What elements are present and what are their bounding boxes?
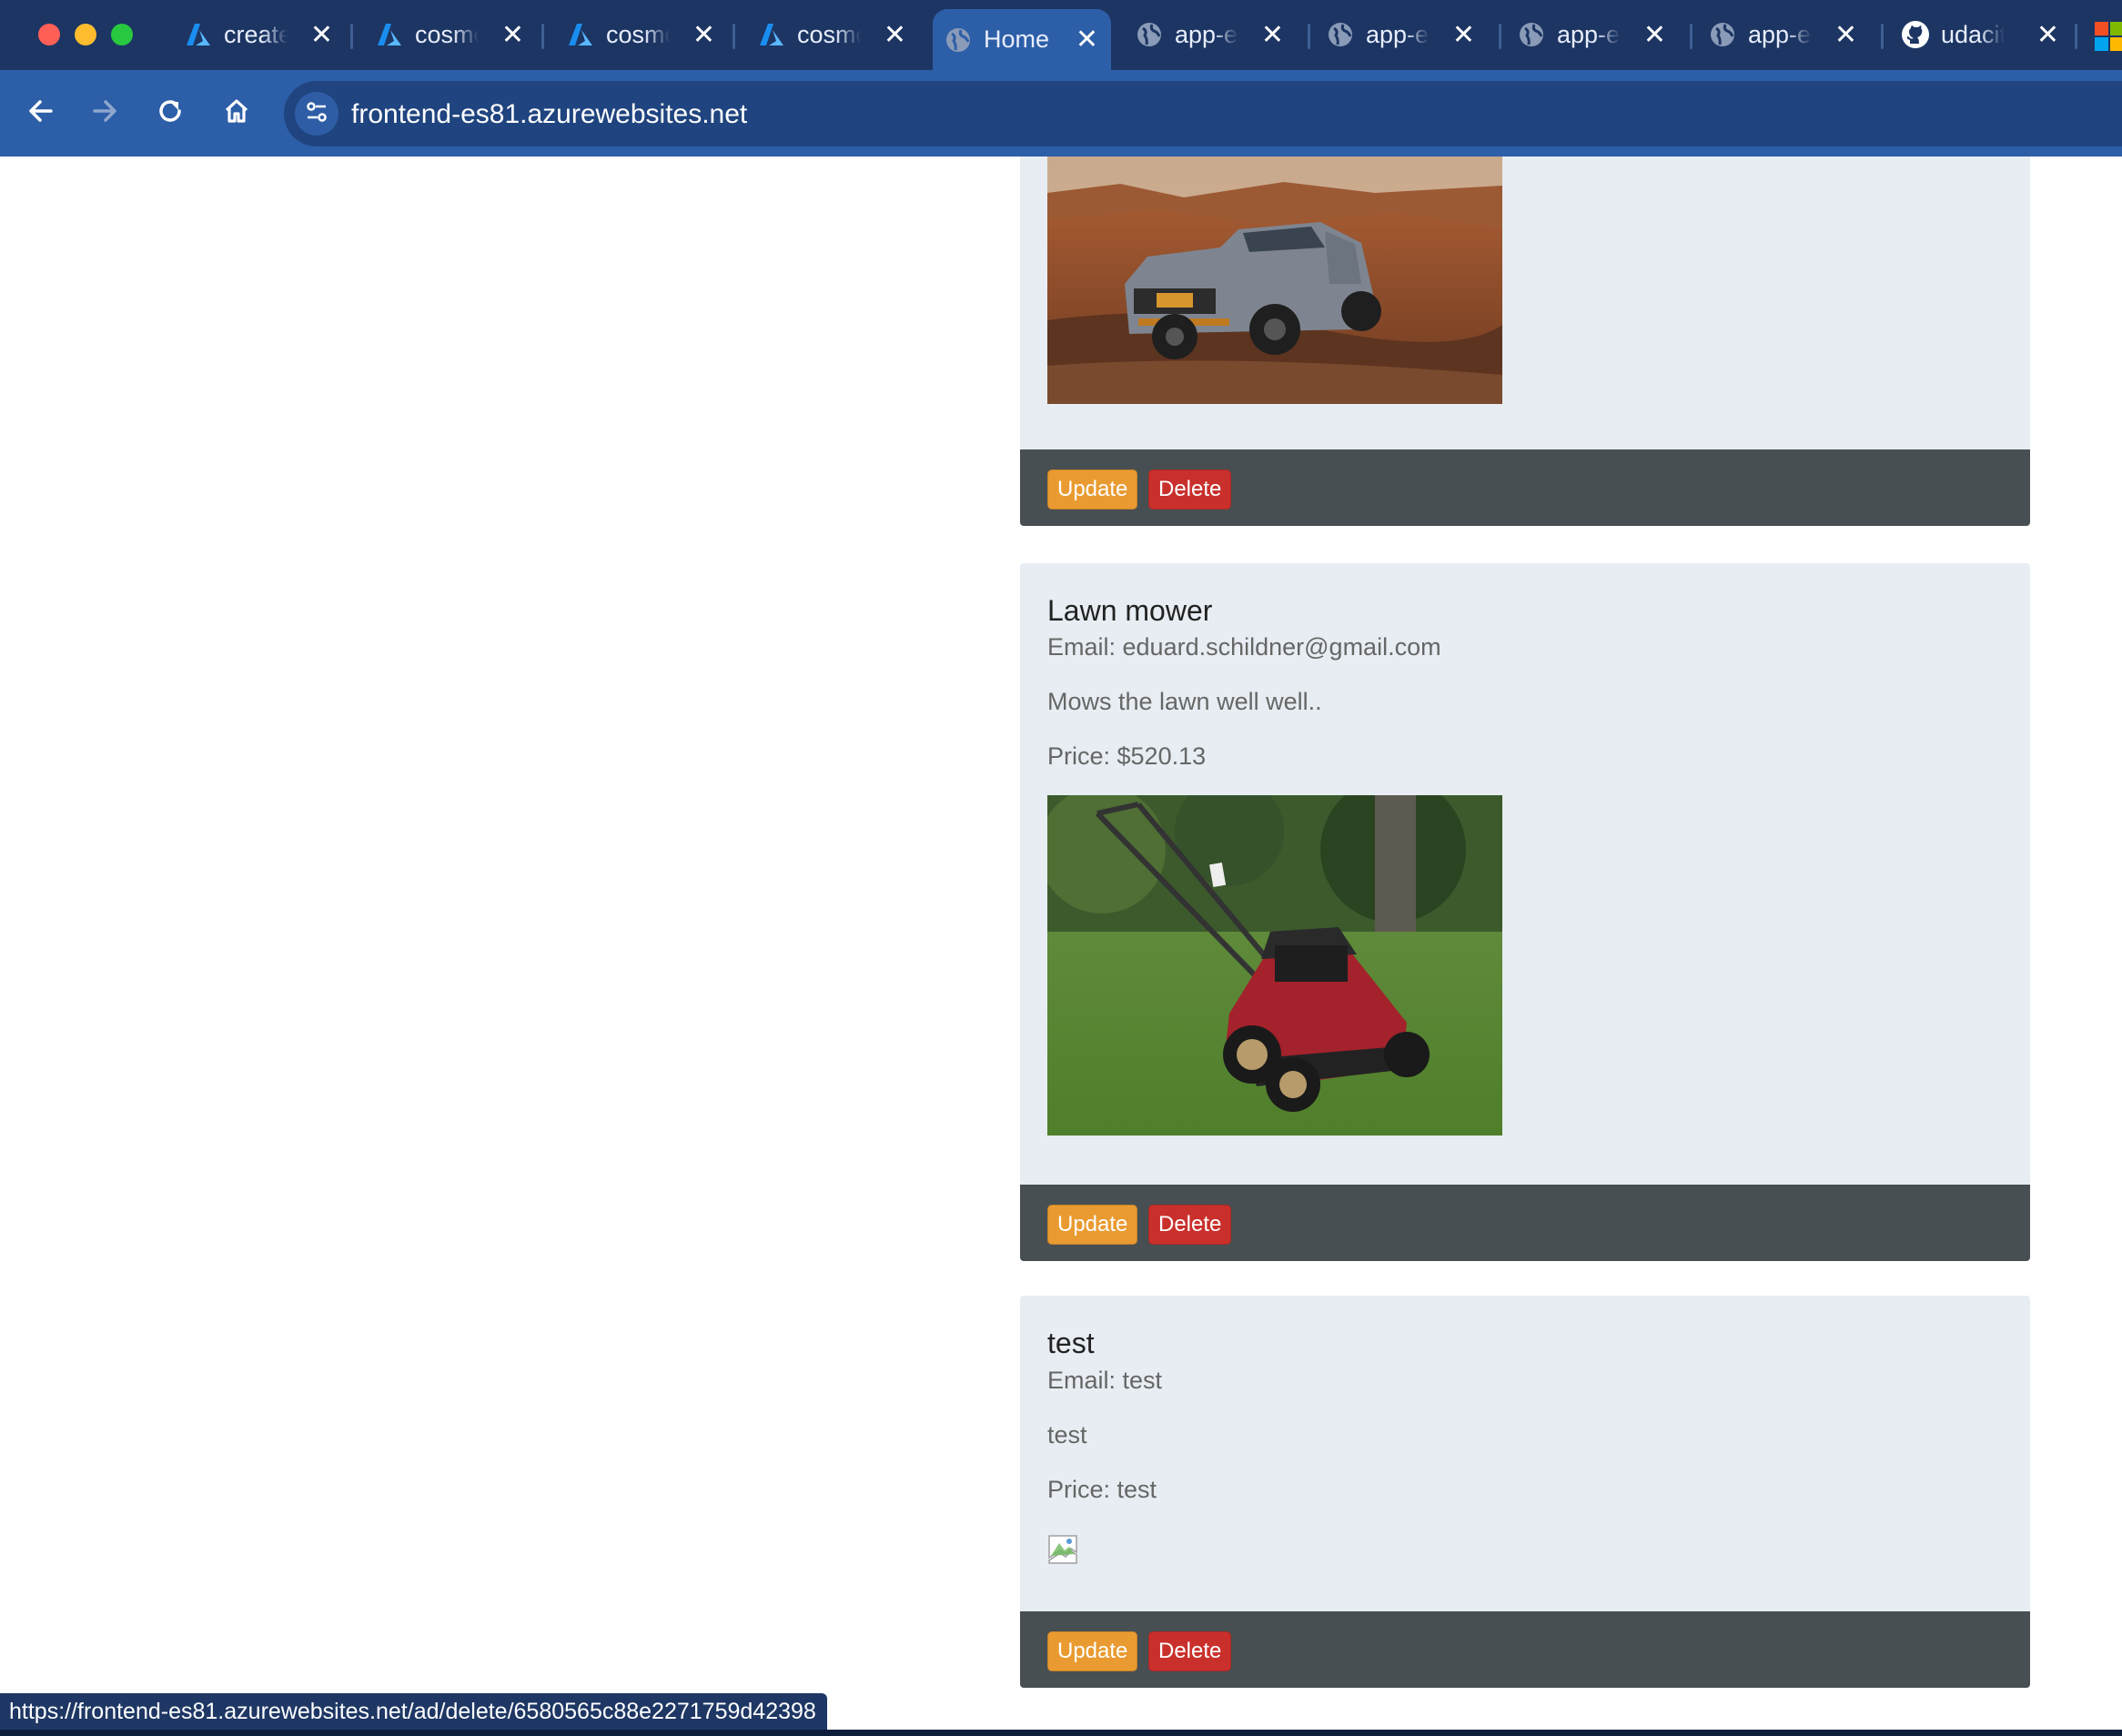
status-url: https://frontend-es81.azurewebsites.net/… — [9, 1698, 816, 1724]
tab-separator — [1499, 24, 1501, 49]
ad-card: Update Delete — [1020, 156, 2030, 526]
ad-price: Price: $520.13 — [1047, 742, 1207, 770]
address-bar[interactable]: frontend-es81.azurewebsites.net — [284, 81, 2122, 146]
tab-close-icon[interactable]: ✕ — [1261, 19, 1284, 51]
browser-tab[interactable]: cosmos ✕ — [555, 9, 728, 60]
delete-button[interactable]: Delete — [1148, 1631, 1232, 1671]
window-zoom-button[interactable] — [111, 24, 133, 45]
ad-title: test — [1047, 1327, 1095, 1359]
ad-email: Email: eduard.schildner@gmail.com — [1047, 633, 1441, 661]
ad-card-footer: Update Delete — [1020, 1611, 2030, 1688]
reload-icon — [157, 97, 184, 129]
home-button[interactable] — [214, 90, 259, 136]
home-icon — [223, 97, 250, 129]
globe-icon — [1326, 20, 1355, 49]
ad-description: test — [1047, 1421, 1087, 1448]
tab-close-icon[interactable]: ✕ — [501, 19, 524, 51]
tab-separator — [350, 24, 353, 49]
tab-label: udacity — [1941, 20, 2005, 48]
page-content: Update Delete Lawn mower Email: eduard.s… — [0, 156, 2122, 1736]
update-button[interactable]: Update — [1047, 1205, 1138, 1245]
back-button[interactable] — [18, 90, 64, 136]
browser-tab[interactable]: cosmos ✕ — [746, 9, 919, 60]
tab-close-icon[interactable]: ✕ — [1452, 19, 1475, 51]
globe-icon — [944, 25, 973, 55]
update-button[interactable]: Update — [1047, 1631, 1138, 1671]
azure-icon — [566, 20, 595, 49]
ad-card: test Email: test test Price: test Update… — [1020, 1296, 2030, 1688]
site-info-button[interactable] — [295, 92, 339, 136]
tab-close-icon[interactable]: ✕ — [1834, 19, 1857, 51]
ad-description: Mows the lawn well well.. — [1047, 688, 1322, 715]
tab-close-icon[interactable]: ✕ — [692, 19, 715, 51]
browser-tab[interactable]: app-e ✕ — [1315, 9, 1488, 60]
tab-separator — [733, 24, 735, 49]
delete-button[interactable]: Delete — [1148, 1205, 1232, 1245]
window-minimize-button[interactable] — [75, 24, 96, 45]
tab-close-icon[interactable]: ✕ — [310, 19, 333, 51]
tab-label: cosmos — [797, 20, 861, 48]
browser-tab[interactable]: app-e ✕ — [1506, 9, 1679, 60]
globe-icon — [1135, 20, 1164, 49]
window-bottom-edge — [0, 1730, 2122, 1736]
browser-tab[interactable]: udacity ✕ — [1890, 9, 2072, 60]
tab-close-icon[interactable]: ✕ — [1076, 24, 1098, 56]
tab-separator — [1690, 24, 1693, 49]
link-status-bubble: https://frontend-es81.azurewebsites.net/… — [0, 1693, 827, 1730]
globe-icon — [1708, 20, 1737, 49]
tab-separator — [541, 24, 544, 49]
ad-card-footer: Update Delete — [1020, 449, 2030, 526]
tab-label: app-e — [1175, 20, 1238, 48]
browser-tab[interactable]: create ✕ — [173, 9, 346, 60]
delete-button[interactable]: Delete — [1148, 469, 1232, 510]
ad-email: Email: test — [1047, 1367, 1163, 1394]
tab-close-icon[interactable]: ✕ — [884, 19, 906, 51]
browser-tab[interactable]: app-e ✕ — [1124, 9, 1297, 60]
window-close-button[interactable] — [38, 24, 60, 45]
browser-tab[interactable]: cosmos ✕ — [364, 9, 537, 60]
tab-separator — [2075, 24, 2077, 49]
broken-image-icon — [1047, 1534, 1078, 1565]
tab-label: app-e — [1557, 20, 1621, 48]
tab-close-icon[interactable]: ✕ — [2036, 19, 2059, 51]
ad-card-footer: Update Delete — [1020, 1185, 2030, 1261]
ad-card: Lawn mower Email: eduard.schildner@gmail… — [1020, 563, 2030, 1261]
azure-icon — [757, 20, 786, 49]
ad-title: Lawn mower — [1047, 594, 1213, 627]
tab-separator — [1881, 24, 1884, 49]
github-icon — [1901, 20, 1930, 49]
url-text[interactable]: frontend-es81.azurewebsites.net — [351, 99, 747, 130]
tab-label: app-e — [1748, 20, 1812, 48]
tab-label: cosmos — [606, 20, 670, 48]
reload-button[interactable] — [147, 90, 193, 136]
browser-tab[interactable]: app-e ✕ — [1697, 9, 1870, 60]
browser-tab-active[interactable]: Home ✕ — [933, 9, 1111, 70]
azure-icon — [375, 20, 404, 49]
forward-button[interactable] — [82, 90, 127, 136]
azure-icon — [184, 20, 213, 49]
globe-icon — [1517, 20, 1546, 49]
tab-label: Home — [984, 25, 1050, 53]
tab-label: create — [224, 20, 288, 48]
tab-close-icon[interactable]: ✕ — [1643, 19, 1666, 51]
ad-price: Price: test — [1047, 1476, 1157, 1503]
update-button[interactable]: Update — [1047, 469, 1138, 510]
microsoft-icon[interactable] — [2095, 22, 2122, 51]
tab-strip: create ✕ cosmos ✕ cosmos ✕ cosmos ✕ Home… — [0, 0, 2122, 70]
browser-toolbar: frontend-es81.azurewebsites.net — [0, 70, 2122, 158]
tab-label: cosmos — [415, 20, 479, 48]
tab-label: app-e — [1366, 20, 1430, 48]
arrow-right-icon — [91, 97, 118, 129]
tab-separator — [1308, 24, 1310, 49]
ad-image — [1047, 795, 1502, 1135]
arrow-left-icon — [27, 97, 55, 129]
ad-image — [1047, 156, 1502, 404]
tune-icon — [304, 99, 329, 129]
